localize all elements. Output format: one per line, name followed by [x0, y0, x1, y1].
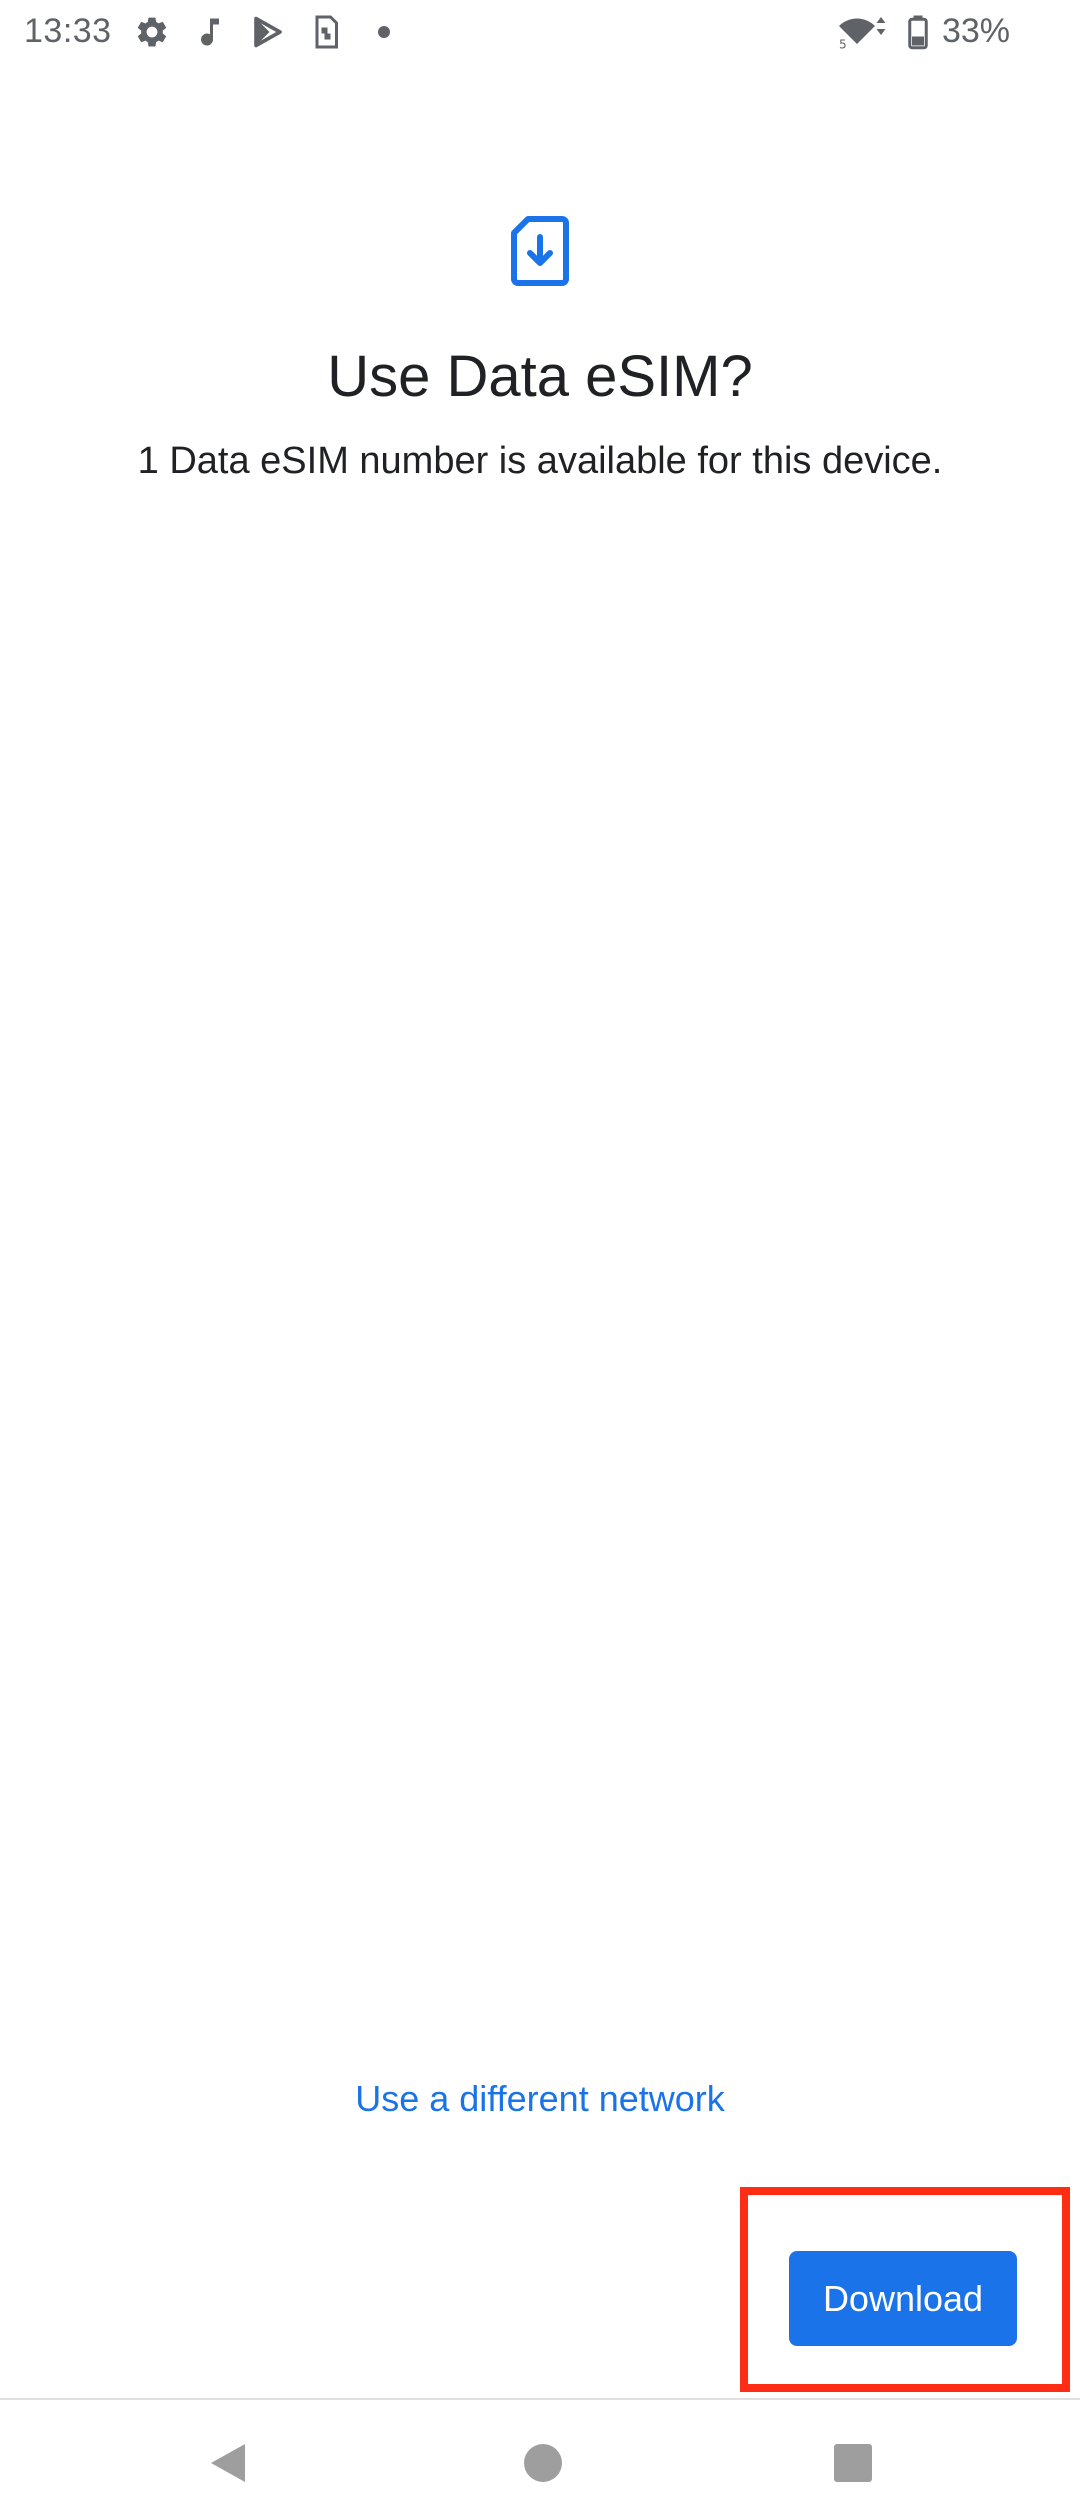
esim-download-icon: [510, 215, 570, 287]
recents-icon[interactable]: [828, 2438, 878, 2488]
page-title: Use Data eSIM?: [327, 344, 753, 409]
battery-icon: [904, 14, 932, 50]
back-icon[interactable]: [203, 2438, 253, 2488]
download-button[interactable]: Download: [789, 2251, 1017, 2346]
dot-icon: [366, 14, 402, 50]
wifi-5g-icon: 5: [836, 14, 890, 50]
status-time: 13:33: [24, 12, 112, 50]
navigation-bar: [0, 2400, 1080, 2520]
use-different-network-link[interactable]: Use a different network: [0, 2078, 1080, 2120]
sim-card-icon: [308, 14, 344, 50]
play-store-icon: [250, 14, 286, 50]
svg-text:5: 5: [839, 38, 847, 51]
page-subtitle: 1 Data eSIM number is available for this…: [137, 440, 943, 482]
home-icon[interactable]: [518, 2438, 568, 2488]
status-bar: 13:33 5 33%: [0, 0, 1080, 66]
battery-percent: 33%: [941, 12, 1010, 50]
music-note-icon: [192, 14, 228, 50]
gear-icon: [134, 14, 170, 50]
